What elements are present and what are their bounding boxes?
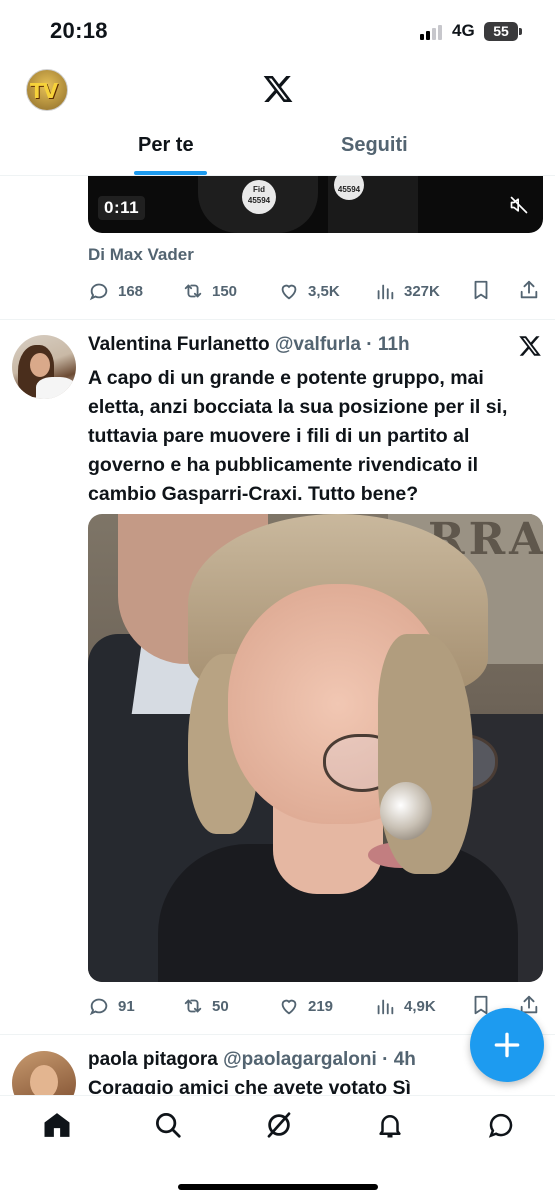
author-name[interactable]: Valentina Furlanetto (88, 334, 270, 355)
retweet-button[interactable]: 50 (182, 994, 229, 1018)
reply-icon (89, 283, 108, 301)
tweet-text: A capo di un grande e potente gruppo, ma… (88, 367, 508, 505)
mute-icon[interactable] (509, 195, 529, 215)
plus-icon (494, 1032, 520, 1058)
retweet-icon (184, 284, 202, 298)
status-time: 20:18 (50, 18, 108, 43)
tweet-actions: 168 150 3,5K 327K (88, 279, 543, 303)
status-bar: 20:18 4G 55 (0, 0, 555, 60)
compose-button[interactable] (470, 1008, 544, 1082)
retweet-icon (184, 999, 202, 1013)
video-byline[interactable]: Di Max Vader (88, 245, 194, 265)
earring (380, 782, 432, 840)
network-type: 4G (452, 21, 475, 40)
author-name[interactable]: paola pitagora (88, 1049, 218, 1070)
tab-for-you[interactable]: Per te (138, 134, 194, 157)
x-logo-icon[interactable] (262, 73, 294, 105)
reply-count: 168 (118, 282, 144, 300)
search-icon[interactable] (153, 1110, 183, 1140)
grok-icon[interactable] (264, 1110, 294, 1140)
views-icon (377, 999, 394, 1015)
badge-line: Fid (253, 185, 265, 194)
active-tab-indicator (134, 171, 207, 175)
video-player[interactable]: Fid 45594 45594 0:11 (88, 176, 543, 233)
share-icon (520, 280, 538, 299)
author-handle[interactable]: @valfurla (275, 334, 361, 355)
share-button[interactable] (518, 279, 540, 306)
tweet-text: Coraggio amici che avete votato Sì (88, 1077, 411, 1094)
heart-icon (281, 999, 297, 1015)
tweet-header: paola pitagora @paolagargaloni · 4h (88, 1049, 416, 1071)
tweet-time: · 4h (382, 1049, 416, 1070)
tab-following[interactable]: Seguiti (341, 134, 408, 157)
author-handle[interactable]: @paolagargaloni (223, 1049, 377, 1070)
home-icon[interactable] (42, 1110, 72, 1140)
video-duration: 0:11 (98, 196, 146, 220)
x-logo-icon[interactable] (518, 334, 542, 358)
like-button[interactable]: 3,5K (278, 279, 340, 303)
reply-button[interactable]: 91 (88, 994, 135, 1018)
views-button[interactable]: 327K (374, 279, 440, 303)
views-icon (377, 284, 394, 300)
reply-count: 91 (118, 997, 135, 1015)
messages-icon[interactable] (486, 1110, 516, 1140)
heart-icon (281, 284, 297, 300)
like-button[interactable]: 219 (278, 994, 333, 1018)
tweet-divider (0, 319, 555, 320)
like-count: 219 (308, 997, 334, 1015)
battery-icon: 55 (484, 22, 518, 41)
view-count: 327K (404, 282, 440, 300)
tweet-header: Valentina Furlanetto @valfurla · 11h (88, 334, 410, 356)
tweet-photo[interactable]: RRA (88, 514, 543, 982)
home-indicator (178, 1184, 378, 1190)
author-avatar[interactable] (12, 335, 76, 399)
signal-icon (420, 24, 446, 40)
video-badge: Fid 45594 (242, 180, 276, 214)
retweet-count: 150 (212, 282, 238, 300)
bookmark-button[interactable] (470, 279, 492, 306)
views-button[interactable]: 4,9K (374, 994, 436, 1018)
bookmark-icon (474, 280, 488, 300)
reply-icon (89, 998, 108, 1016)
tweet-actions: 91 50 219 4,9K (88, 994, 543, 1018)
notifications-icon[interactable] (375, 1110, 405, 1140)
view-count: 4,9K (404, 997, 436, 1015)
badge-line: 45594 (247, 196, 271, 205)
badge-line: 45594 (337, 185, 361, 194)
profile-avatar[interactable]: TV (26, 69, 68, 111)
retweet-button[interactable]: 150 (182, 279, 237, 303)
like-count: 3,5K (308, 282, 340, 300)
reply-button[interactable]: 168 (88, 279, 143, 303)
battery-tip (519, 28, 522, 35)
tweet-time: · 11h (366, 334, 410, 355)
retweet-count: 50 (212, 997, 229, 1015)
timeline-tabs: Per te Seguiti (0, 120, 555, 176)
